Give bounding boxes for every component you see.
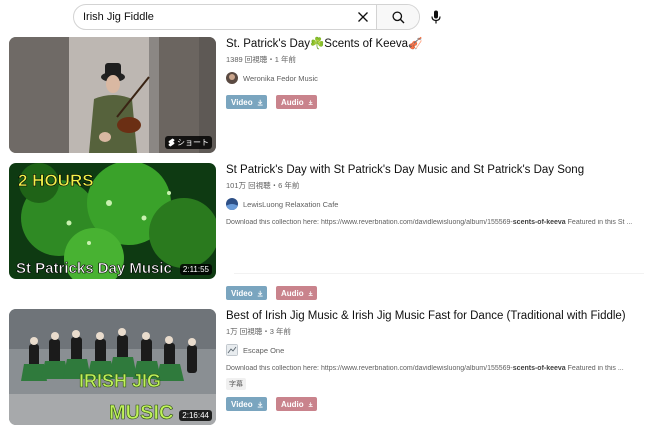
video-label: Video xyxy=(231,399,253,409)
duration-label: 2:16:44 xyxy=(182,411,209,420)
avatar xyxy=(226,344,238,356)
video-label: Video xyxy=(231,97,253,107)
microphone-icon xyxy=(431,10,441,24)
video-result: 2 HOURS St Patricks Day Music 2:11:55 St… xyxy=(9,163,649,303)
avatar xyxy=(226,198,238,210)
video-meta: 1389 回視聴・1 年前 xyxy=(226,55,297,64)
download-video-button[interactable]: Video xyxy=(226,286,267,300)
video-info: St. Patrick's Day☘️Scents of Keeva🎻 1389… xyxy=(226,37,646,84)
channel-link[interactable]: Weronika Fedor Music xyxy=(226,72,646,84)
video-description: Download this collection here: https://w… xyxy=(226,365,624,372)
shorts-icon xyxy=(168,138,175,147)
audio-label: Audio xyxy=(281,288,304,298)
download-icon xyxy=(257,290,263,296)
channel-name: Weronika Fedor Music xyxy=(243,73,318,83)
download-video-button[interactable]: Video xyxy=(226,397,267,411)
download-icon xyxy=(308,99,313,105)
duration-badge: ショート xyxy=(165,136,212,149)
subtitles-badge: 字幕 xyxy=(226,378,246,390)
download-icon xyxy=(257,99,263,105)
video-title[interactable]: Best of Irish Jig Music & Irish Jig Musi… xyxy=(226,309,646,323)
video-meta: 101万 回視聴・6 年前 xyxy=(226,181,300,190)
download-icon xyxy=(257,401,263,407)
divider xyxy=(234,273,644,274)
download-video-button[interactable]: Video xyxy=(226,95,267,109)
channel-link[interactable]: Escape One xyxy=(226,344,646,356)
download-buttons: Video Audio xyxy=(226,397,317,411)
video-meta: 1万 回視聴・3 年前 xyxy=(226,327,292,336)
thumbnail-image: 2 HOURS St Patricks Day Music xyxy=(9,163,216,279)
download-audio-button[interactable]: Audio xyxy=(276,95,317,109)
duration-label: 2:11:55 xyxy=(182,265,209,274)
search-bar xyxy=(73,4,420,30)
download-buttons: Video Audio xyxy=(226,286,317,300)
video-thumbnail[interactable]: ショート xyxy=(9,37,216,153)
channel-name: Escape One xyxy=(243,345,285,355)
thumbnail-image: IRISH JIG MUSIC xyxy=(9,309,216,425)
search-button[interactable] xyxy=(376,5,419,29)
download-buttons: Video Audio xyxy=(226,95,317,109)
download-audio-button[interactable]: Audio xyxy=(276,397,317,411)
download-audio-button[interactable]: Audio xyxy=(276,286,317,300)
search-icon xyxy=(391,10,404,23)
video-info: Best of Irish Jig Music & Irish Jig Musi… xyxy=(226,309,646,372)
avatar xyxy=(226,72,238,84)
voice-search-button[interactable] xyxy=(424,5,448,29)
video-title[interactable]: St Patrick's Day with St Patrick's Day M… xyxy=(226,163,646,177)
clear-search-button[interactable] xyxy=(350,5,376,29)
audio-label: Audio xyxy=(281,97,304,107)
video-thumbnail[interactable]: 2 HOURS St Patricks Day Music 2:11:55 xyxy=(9,163,216,279)
video-result: ショート St. Patrick's Day☘️Scents of Keeva🎻… xyxy=(9,37,649,157)
duration-badge: 2:16:44 xyxy=(179,410,212,421)
duration-label: ショート xyxy=(177,138,209,147)
video-info: St Patrick's Day with St Patrick's Day M… xyxy=(226,163,646,226)
search-input[interactable] xyxy=(74,5,350,29)
thumbnail-text-top: IRISH JIG xyxy=(79,371,161,391)
close-icon xyxy=(358,12,368,22)
download-icon xyxy=(308,401,313,407)
video-thumbnail[interactable]: IRISH JIG MUSIC 2:16:44 xyxy=(9,309,216,425)
thumbnail-text-bottom: MUSIC xyxy=(109,402,173,424)
video-description: Download this collection here: https://w… xyxy=(226,219,633,226)
channel-name: LewisLuong Relaxation Cafe xyxy=(243,199,339,209)
download-icon xyxy=(308,290,313,296)
audio-label: Audio xyxy=(281,399,304,409)
thumbnail-text-bottom: St Patricks Day Music xyxy=(16,260,172,277)
video-title[interactable]: St. Patrick's Day☘️Scents of Keeva🎻 xyxy=(226,37,646,51)
video-label: Video xyxy=(231,288,253,298)
duration-badge: 2:11:55 xyxy=(179,264,212,275)
thumbnail-text-top: 2 HOURS xyxy=(18,171,94,190)
video-result: IRISH JIG MUSIC 2:16:44 Best of Irish Ji… xyxy=(9,309,649,427)
channel-link[interactable]: LewisLuong Relaxation Cafe xyxy=(226,198,646,210)
